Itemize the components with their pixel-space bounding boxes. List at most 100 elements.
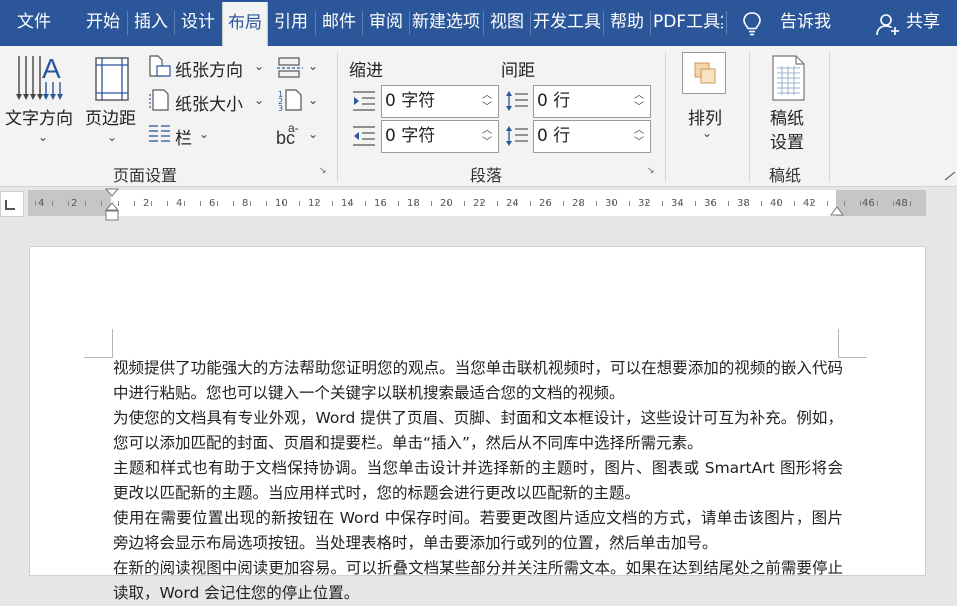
indent-marker-icon[interactable]: [104, 188, 120, 224]
tab-design[interactable]: 设计: [177, 0, 219, 46]
spin-up-icon[interactable]: ︿: [634, 91, 644, 101]
ruler-tick-mark: [745, 201, 746, 206]
svg-text:3: 3: [278, 104, 283, 112]
indent-left-icon: [353, 91, 375, 111]
tab-new-tab[interactable]: 新建选项卡: [412, 0, 480, 46]
tab-separator: [174, 11, 175, 35]
tab-separator: [483, 11, 484, 35]
ruler-area: 4 2 2 4 6 8 10 12 14 16 18 20 22 24 26 28 30 32 34 36 38 40 42…: [0, 187, 957, 227]
tab-mailings[interactable]: 邮件: [318, 0, 360, 46]
ruler-tick-mark: [778, 201, 779, 206]
indent-left-field[interactable]: 0 字符 ︿ ﹀: [381, 85, 499, 118]
text-direction-label: 文字方向: [5, 109, 73, 129]
spin-down-icon[interactable]: ﹀: [482, 103, 492, 113]
paragraph-dialog-launcher-icon[interactable]: ↘: [647, 167, 658, 178]
tell-me-search[interactable]: 告诉我: [780, 0, 831, 44]
tab-separator: [127, 11, 128, 35]
ruler-tick-mark: [283, 201, 284, 206]
group-separator: [665, 52, 666, 182]
ruler-tick-mark: [217, 201, 218, 206]
ruler-tick-mark: [464, 201, 465, 206]
tab-developer[interactable]: 开发工具: [533, 0, 601, 46]
lightbulb-icon[interactable]: [740, 11, 764, 37]
arrange-icon-frame: [682, 52, 726, 94]
chevron-down-icon: ⌄: [254, 93, 265, 107]
ruler-tick-label: 6: [209, 198, 216, 209]
page-setup-group-label: 页面设置: [113, 166, 178, 185]
tab-view[interactable]: 视图: [486, 0, 528, 46]
ruler-tick-mark: [52, 201, 53, 206]
spin-up-icon[interactable]: ︿: [634, 126, 644, 136]
manuscript-button-line1: 稿纸: [770, 109, 804, 129]
text-direction-icon: A: [16, 53, 63, 100]
share-button[interactable]: 共享: [906, 0, 940, 44]
ruler-tick-mark: [679, 201, 680, 206]
tab-review[interactable]: 审阅: [365, 0, 407, 46]
ruler-right-margin: [836, 190, 926, 216]
tab-pdf-tools[interactable]: PDF工具集: [653, 0, 723, 46]
ruler-tick-mark: [382, 201, 383, 206]
tab-references[interactable]: 引用: [269, 0, 313, 46]
collapse-ribbon-icon[interactable]: [944, 171, 956, 181]
ruler-tick-mark: [662, 201, 663, 206]
tab-insert[interactable]: 插入: [130, 0, 172, 46]
breaks-icon[interactable]: [276, 56, 304, 78]
indent-right-value: 0 字符: [385, 126, 436, 146]
horizontal-ruler[interactable]: 4 2 2 4 6 8 10 12 14 16 18 20 22 24 26 28 30 32 34 36 38 40 42…: [28, 190, 926, 216]
tab-selector[interactable]: [0, 191, 24, 217]
spin-down-icon[interactable]: ﹀: [482, 138, 492, 148]
tab-file[interactable]: 文件: [8, 0, 60, 46]
ruler-tick-mark: [184, 201, 185, 206]
spin-down-icon[interactable]: ﹀: [634, 103, 644, 113]
spin-up-icon[interactable]: ︿: [482, 126, 492, 136]
tab-help[interactable]: 帮助: [606, 0, 648, 46]
chevron-down-icon: ⌄: [38, 130, 49, 144]
ruler-tick-mark: [68, 201, 69, 206]
tab-layout[interactable]: 布局: [222, 2, 268, 46]
chevron-down-icon[interactable]: ⌄: [308, 127, 318, 141]
ruler-tick-label: 34: [671, 198, 684, 209]
chevron-down-icon: ⌄: [199, 127, 210, 141]
ruler-tick-mark: [893, 201, 894, 206]
document-body[interactable]: 视频提供了功能强大的方法帮助您证明您的观点。当您单击联机视频时，可以在想要添加的…: [113, 356, 843, 606]
spacing-before-field[interactable]: 0 行 ︿ ﹀: [533, 85, 651, 118]
svg-text:A: A: [42, 53, 61, 84]
ruler-tick-mark: [200, 201, 201, 206]
document-paragraph: 在新的阅读视图中阅读更加容易。可以折叠文档某些部分并关注所需文本。如果在达到结尾…: [113, 559, 843, 602]
chevron-down-icon[interactable]: ⌄: [308, 93, 318, 107]
ribbon-layout: A 文字方向 ⌄ 页边距 ⌄ 纸张方向 ⌄ 纸张大小 ⌄ 栏 ⌄ ⌄ 1 2 3…: [0, 46, 957, 187]
columns-label: 栏: [175, 129, 192, 149]
spin-down-icon[interactable]: ﹀: [634, 138, 644, 148]
ruler-tick-mark: [613, 201, 614, 206]
ruler-tick-mark: [910, 201, 911, 206]
user-add-icon[interactable]: [876, 12, 900, 36]
ruler-tick-label: 36: [704, 198, 717, 209]
spacing-after-field[interactable]: 0 行 ︿ ﹀: [533, 120, 651, 153]
ruler-tick-label: 8: [242, 198, 249, 209]
crop-mark-right: [838, 329, 867, 358]
ruler-tick-mark: [299, 201, 300, 206]
spacing-before-icon: [506, 91, 528, 111]
line-numbers-icon[interactable]: 1 2 3: [278, 88, 304, 112]
tab-separator: [650, 11, 651, 35]
chevron-down-icon[interactable]: ⌄: [308, 59, 318, 73]
indent-right-icon: [353, 126, 375, 146]
ruler-tick-label: 24: [506, 198, 519, 209]
ruler-tick-mark: [316, 201, 317, 206]
group-separator: [749, 52, 750, 182]
page-size-icon: [149, 89, 169, 111]
ruler-tick-mark: [85, 201, 86, 206]
spin-up-icon[interactable]: ︿: [482, 91, 492, 101]
ruler-tick-mark: [332, 201, 333, 206]
ruler-tick-label: 48: [895, 198, 908, 209]
right-indent-marker-icon[interactable]: [829, 202, 845, 216]
ruler-tick-mark: [497, 201, 498, 206]
ruler-tick-mark: [530, 201, 531, 206]
ruler-tick-label: 4: [176, 198, 183, 209]
ruler-tick-mark: [266, 201, 267, 206]
indent-right-field[interactable]: 0 字符 ︿ ﹀: [381, 120, 499, 153]
ruler-tick-mark: [761, 201, 762, 206]
page-setup-dialog-launcher-icon[interactable]: ↘: [319, 167, 330, 178]
hyphenation-icon[interactable]: bc a-: [276, 122, 304, 146]
tab-home[interactable]: 开始: [82, 0, 124, 46]
